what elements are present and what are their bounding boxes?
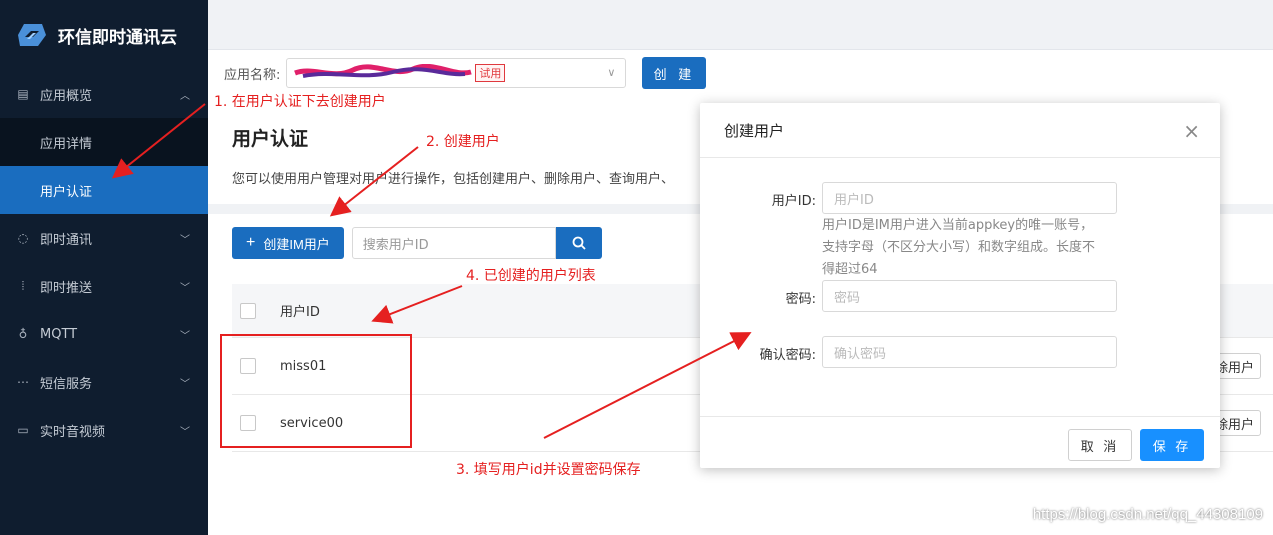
top-strip [208, 0, 1273, 50]
save-button[interactable]: 保 存 [1140, 429, 1204, 461]
sidebar-submenu: 应用详情 用户认证 [0, 118, 208, 214]
annotation-step-2: 2. 创建用户 [426, 134, 500, 150]
brand-name: 环信即时通讯云 [58, 27, 177, 48]
toolbar: + 创建IM用户 搜索用户ID [232, 227, 602, 259]
sidebar-item-app-overview[interactable]: ▤ 应用概览 ︿ [0, 70, 208, 118]
chevron-down-icon: ﹀ [180, 283, 190, 294]
sidebar-item-push[interactable]: ⦙ 即时推送 ﹀ [0, 262, 208, 310]
confirm-password-placeholder: 确认密码 [834, 346, 887, 362]
search-placeholder: 搜索用户ID [362, 237, 429, 253]
confirm-password-field[interactable]: 确认密码 [822, 336, 1117, 368]
chevron-down-icon: ∨ [607, 66, 616, 79]
push-icon: ⦙ [21, 278, 25, 293]
dialog-footer: 取 消 保 存 [700, 416, 1220, 468]
search-button[interactable] [555, 227, 602, 259]
help-line: 得超过64 [822, 262, 878, 277]
user-id-help: 用户ID是IM用户进入当前appkey的唯一账号， 支持字母（不区分大小写）和数… [822, 215, 1122, 281]
trial-badge: 试用 [475, 64, 506, 82]
app-name-label: 应用名称: [224, 67, 281, 83]
plus-icon: + [246, 234, 256, 251]
app-bar: 应用名称: 试用 ∨ 创 建 [208, 50, 1273, 96]
close-icon[interactable]: × [1183, 119, 1200, 143]
sms-icon: ⋯ [17, 375, 29, 389]
user-id-field[interactable]: 用户ID [822, 182, 1117, 214]
password-placeholder: 密码 [834, 290, 861, 306]
app-select[interactable]: 试用 ∨ [286, 58, 627, 88]
sidebar-item-app-details[interactable]: 应用详情 [0, 118, 208, 166]
search-input[interactable]: 搜索用户ID [351, 227, 556, 259]
chevron-down-icon: ﹀ [180, 427, 190, 438]
sidebar-item-label: 即时推送 [40, 280, 93, 296]
video-icon: ▭ [17, 423, 29, 437]
password-field[interactable]: 密码 [822, 280, 1117, 312]
sidebar-item-label: 用户认证 [40, 184, 93, 200]
redacted-scribble [294, 64, 473, 78]
brand[interactable]: 环信即时通讯云 [0, 0, 208, 70]
sidebar-item-im[interactable]: ◌ 即时通讯 ﹀ [0, 214, 208, 262]
sidebar: 环信即时通讯云 ▤ 应用概览 ︿ 应用详情 用户认证 ◌ 即时通讯 ﹀ ⦙ 即时… [0, 0, 208, 535]
annotation-step-3: 3. 填写用户id并设置密码保存 [456, 462, 641, 478]
sidebar-item-label: 短信服务 [40, 376, 93, 392]
user-id-label: 用户ID: [771, 194, 816, 209]
create-im-user-button[interactable]: + 创建IM用户 [232, 227, 344, 259]
sidebar-item-label: 应用概览 [40, 88, 93, 104]
chevron-up-icon: ︿ [180, 91, 190, 102]
sidebar-item-label: 应用详情 [40, 136, 93, 152]
select-all-checkbox[interactable] [240, 302, 256, 319]
create-im-user-label: 创建IM用户 [263, 236, 330, 252]
confirm-password-label: 确认密码: [759, 348, 816, 363]
logo-icon [18, 24, 46, 46]
help-line: 用户ID是IM用户进入当前appkey的唯一账号， [822, 218, 1094, 233]
chevron-down-icon: ﹀ [180, 379, 190, 390]
highlight-box [220, 334, 412, 448]
chevron-down-icon: ﹀ [180, 235, 190, 246]
mqtt-icon: ♁ [18, 327, 28, 341]
sidebar-item-rtc[interactable]: ▭ 实时音视频 ﹀ [0, 406, 208, 454]
page-description: 您可以使用用户管理对用户进行操作，包括创建用户、删除用户、查询用户、 [232, 172, 675, 187]
password-label: 密码: [785, 292, 816, 307]
sidebar-item-label: 即时通讯 [40, 232, 93, 248]
help-line: 支持字母（不区分大小写）和数字组成。长度不 [822, 240, 1096, 255]
sidebar-item-label: MQTT [40, 326, 78, 342]
chat-icon: ◌ [17, 231, 29, 245]
watermark: https://blog.csdn.net/qq_44308109 [1032, 506, 1263, 523]
create-user-dialog: 创建用户 × 用户ID: 用户ID 用户ID是IM用户进入当前appkey的唯一… [700, 103, 1220, 468]
sidebar-item-user-auth[interactable]: 用户认证 [0, 166, 208, 214]
search-icon [572, 236, 586, 250]
column-header-user-id: 用户ID [280, 305, 320, 320]
page-title: 用户认证 [232, 128, 309, 150]
sidebar-item-label: 实时音视频 [40, 424, 106, 440]
user-id-placeholder: 用户ID [834, 192, 874, 208]
dialog-title: 创建用户 [724, 121, 785, 140]
annotation-step-4: 4. 已创建的用户列表 [466, 268, 596, 284]
create-app-button[interactable]: 创 建 [642, 57, 707, 89]
dialog-header: 创建用户 × [700, 103, 1220, 158]
sidebar-item-mqtt[interactable]: ♁ MQTT ﹀ [0, 310, 208, 358]
list-icon: ▤ [17, 87, 29, 101]
chevron-down-icon: ﹀ [180, 331, 190, 342]
annotation-step-1: 1. 在用户认证下去创建用户 [214, 94, 386, 110]
cancel-button[interactable]: 取 消 [1068, 429, 1132, 461]
sidebar-item-sms[interactable]: ⋯ 短信服务 ﹀ [0, 358, 208, 406]
